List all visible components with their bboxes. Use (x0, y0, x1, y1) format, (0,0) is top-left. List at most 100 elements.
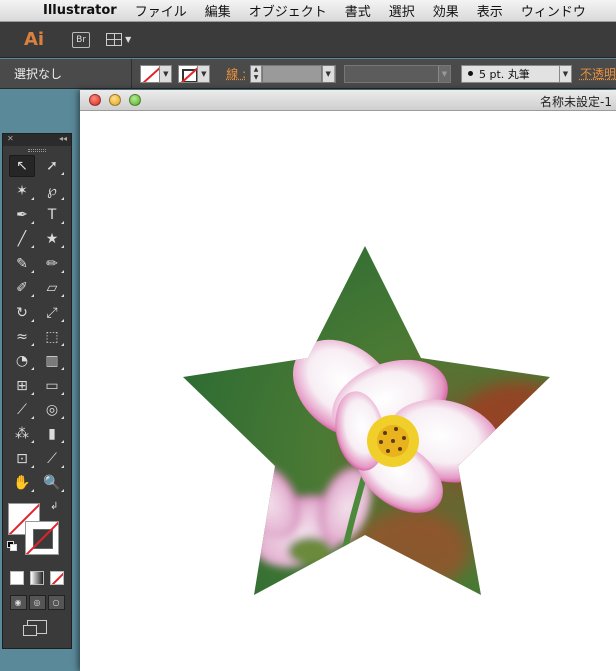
tool-row: ⟋ ◎ (3, 398, 71, 422)
star-clipped-flower-image[interactable] (80, 111, 616, 671)
tools-panel: ✕ ◂◂ ↖ ➚ ✶ ℘ ✒ T ╱ ★ ✎ ✏ ✐ ▱ ↻ ⤢ ≈ ⬚ ◔ ▥ ⊞ ▭ ⟋ ◎ ⁂ ▮ ⊡ ⟋ ✋ 🔍 ↲ ◉ ◎ … (2, 133, 72, 649)
blend-tool[interactable]: ◎ (39, 399, 65, 421)
tool-row: ↻ ⤢ (3, 300, 71, 324)
shape-builder-tool[interactable]: ◔ (9, 350, 35, 372)
artboard-canvas[interactable] (80, 111, 616, 671)
tool-row: ╱ ★ (3, 227, 71, 251)
gradient-icon: ▭ (45, 377, 59, 394)
tool-row: ⊡ ⟋ (3, 447, 71, 471)
close-window-button[interactable] (89, 94, 101, 106)
line-segment-tool[interactable]: ╱ (9, 228, 35, 250)
arrange-documents-button[interactable]: ▼ (106, 33, 131, 46)
menu-object[interactable]: オブジェクト (240, 1, 336, 20)
menu-effect[interactable]: 効果 (424, 1, 468, 20)
pen-tool[interactable]: ✒ (9, 204, 35, 226)
collapse-icon[interactable]: ◂◂ (59, 134, 67, 143)
eyedropper-tool[interactable]: ⟋ (9, 399, 35, 421)
scale-tool[interactable]: ⤢ (39, 302, 65, 324)
hand-icon: ✋ (13, 475, 31, 492)
opacity-label[interactable]: 不透明 (580, 65, 616, 82)
perspective-grid-tool[interactable]: ▥ (39, 350, 65, 372)
bridge-button[interactable]: Br (72, 31, 91, 48)
column-graph-tool[interactable]: ▮ (39, 423, 65, 445)
fill-color-dropdown[interactable]: ▼ (140, 64, 173, 83)
swap-fill-stroke-icon[interactable]: ↲ (50, 501, 58, 512)
stroke-weight-input[interactable] (262, 64, 322, 83)
none-mode-button[interactable] (50, 571, 64, 586)
direct-selection-tool[interactable]: ➚ (39, 155, 65, 177)
zoom-tool[interactable]: 🔍 (39, 472, 65, 494)
symbol-sprayer-icon: ⁂ (15, 426, 29, 443)
color-mode-button[interactable] (10, 571, 24, 586)
rotate-icon: ↻ (16, 304, 28, 321)
hand-tool[interactable]: ✋ (9, 472, 35, 494)
selection-tool[interactable]: ↖ (9, 155, 35, 178)
stroke-color-dropdown[interactable]: ▼ (178, 64, 211, 83)
draw-behind-button[interactable]: ◎ (28, 595, 46, 611)
menu-select[interactable]: 選択 (380, 1, 424, 20)
type-tool[interactable]: T (39, 204, 65, 226)
tool-row: ⊞ ▭ (3, 374, 71, 398)
stroke-none-swatch-icon (178, 64, 199, 83)
menu-bar: Illustrator ファイル 編集 オブジェクト 書式 選択 効果 表示 ウ… (0, 0, 616, 22)
color-mode-row (3, 571, 71, 586)
minimize-window-button[interactable] (109, 94, 121, 106)
artboard-tool[interactable]: ⊡ (9, 448, 35, 470)
menu-type[interactable]: 書式 (336, 1, 380, 20)
menu-window[interactable]: ウィンドウ (512, 1, 595, 20)
tool-row: ✎ ✏ (3, 252, 71, 276)
paintbrush-tool[interactable]: ✎ (9, 253, 35, 275)
screen-mode-button[interactable] (3, 620, 71, 637)
brush-definition-dropdown[interactable]: 5 pt. 丸筆 ▼ (460, 64, 572, 83)
width-tool[interactable]: ≈ (9, 326, 35, 348)
default-fill-stroke-icon[interactable] (7, 541, 17, 552)
eyedropper-icon: ⟋ (17, 402, 27, 419)
width-icon: ≈ (16, 328, 28, 345)
draw-inside-button[interactable]: ○ (47, 595, 65, 611)
mesh-tool[interactable]: ⊞ (9, 375, 35, 397)
slice-tool[interactable]: ⟋ (39, 448, 65, 470)
gradient-tool[interactable]: ▭ (39, 375, 65, 397)
eraser-icon: ▱ (46, 280, 58, 297)
menu-edit[interactable]: 編集 (196, 1, 240, 20)
illustrator-logo: Ai (24, 29, 45, 50)
symbol-sprayer-tool[interactable]: ⁂ (9, 423, 35, 445)
menu-view[interactable]: 表示 (468, 1, 512, 20)
stroke-weight-label[interactable]: 線 : (226, 65, 246, 82)
lasso-tool[interactable]: ℘ (39, 180, 65, 202)
zoom-window-button[interactable] (129, 94, 141, 106)
tool-row: ✋ 🔍 (3, 471, 71, 495)
close-icon[interactable]: ✕ (7, 134, 14, 143)
stroke-weight-stepper[interactable]: ▲ ▼ (250, 64, 263, 83)
chevron-down-icon: ▼ (321, 65, 334, 82)
star-icon: ★ (45, 231, 59, 248)
paintbrush-icon: ✎ (16, 255, 28, 272)
zoom-icon: 🔍 (43, 475, 61, 492)
tool-row: ✐ ▱ (3, 276, 71, 300)
brush-label: 5 pt. 丸筆 (478, 67, 530, 81)
variable-width-profile-dropdown[interactable]: ▼ (343, 64, 451, 83)
menu-app-name[interactable]: Illustrator (34, 3, 126, 18)
panel-grip[interactable] (3, 146, 71, 154)
slice-icon: ⟋ (47, 450, 57, 467)
gradient-mode-button[interactable] (30, 571, 44, 586)
pen-icon: ✒ (16, 206, 28, 223)
screen-mode-icon (23, 620, 47, 637)
blob-brush-tool[interactable]: ✐ (9, 277, 35, 299)
chevron-down-icon: ▼ (437, 65, 450, 82)
stroke-swatch[interactable] (25, 521, 59, 556)
tools-panel-header[interactable]: ✕ ◂◂ (3, 134, 71, 146)
column-graph-icon: ▮ (48, 426, 56, 443)
color-controls: ↲ (3, 499, 71, 569)
menu-file[interactable]: ファイル (126, 1, 196, 20)
stroke-weight-dropdown[interactable]: ▼ (321, 64, 336, 83)
magic-wand-tool[interactable]: ✶ (9, 180, 35, 202)
rotate-tool[interactable]: ↻ (9, 302, 35, 324)
pencil-tool[interactable]: ✏ (39, 253, 65, 275)
fill-none-swatch-icon (140, 64, 161, 83)
star-tool[interactable]: ★ (39, 228, 65, 250)
free-transform-tool[interactable]: ⬚ (39, 326, 65, 348)
eraser-tool[interactable]: ▱ (39, 277, 65, 299)
draw-normal-button[interactable]: ◉ (9, 595, 27, 611)
document-title-bar[interactable]: 名称未設定-1 (80, 90, 616, 111)
